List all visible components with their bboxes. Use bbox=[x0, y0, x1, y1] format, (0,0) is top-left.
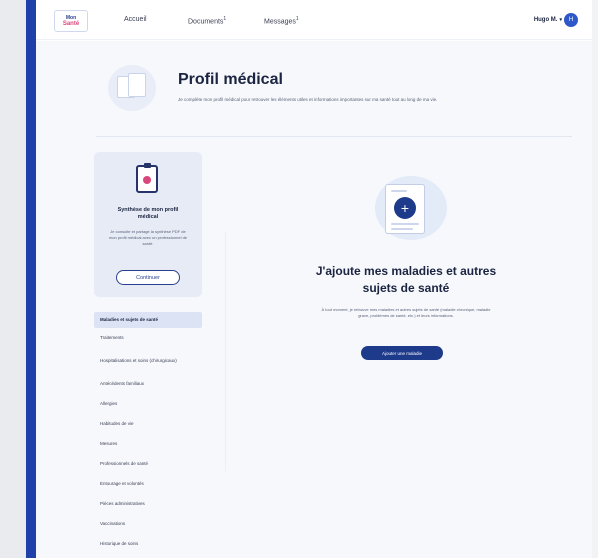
page-title: Profil médical bbox=[178, 71, 283, 88]
sidebar-item-antecedents[interactable]: Antécédents familiaux bbox=[94, 374, 202, 394]
window-left-edge bbox=[0, 0, 36, 558]
content-separator bbox=[225, 231, 226, 471]
continue-button[interactable]: Continuer bbox=[116, 270, 180, 285]
top-navigation-bar: Mon Santé Accueil Documents1 Messages1 H… bbox=[36, 0, 592, 40]
header-divider bbox=[96, 136, 572, 137]
nav-messages-label: Messages bbox=[264, 18, 296, 26]
avatar[interactable]: H bbox=[564, 13, 578, 27]
window-right-edge bbox=[592, 0, 598, 558]
page-description: Je complète mon profil médical pour retr… bbox=[178, 97, 438, 102]
synthesis-card-description: Je consulte et partage la synthèse PDF d… bbox=[108, 229, 188, 246]
nav-documents-label: Documents bbox=[188, 18, 224, 26]
sidebar-item-entourage[interactable]: Entourage et volontés bbox=[94, 474, 202, 494]
plus-icon: + bbox=[394, 197, 416, 219]
sidebar-item-habitudes[interactable]: Habitudes de vie bbox=[94, 414, 202, 434]
page-content: Profil médical Je complète mon profil mé… bbox=[36, 41, 592, 558]
medical-profile-illustration-icon bbox=[108, 65, 156, 111]
nav-messages[interactable]: Messages1 bbox=[264, 16, 299, 25]
sidebar-item-traitements[interactable]: Traitements bbox=[94, 328, 202, 348]
sidebar-item-historique[interactable]: Historique de soins bbox=[94, 534, 202, 554]
sidebar-item-allergies[interactable]: Allergies bbox=[94, 394, 202, 414]
chevron-down-icon: ▾ bbox=[559, 17, 562, 23]
sidebar-item-hospitalisations[interactable]: Hospitalisations et soins (chirurgicaux) bbox=[94, 348, 202, 374]
add-disease-button[interactable]: Ajouter une maladie bbox=[361, 346, 443, 360]
empty-state-description: À tout moment, je retrouve mes maladies … bbox=[321, 307, 491, 318]
profile-section-menu: Maladies et sujets de santé Traitements … bbox=[94, 312, 202, 554]
avatar-initial: H bbox=[568, 17, 574, 23]
synthesis-card: Synthèse de mon profil médical Je consul… bbox=[94, 152, 202, 297]
synthesis-card-title: Synthèse de mon profil médical bbox=[117, 207, 179, 220]
clipboard-icon bbox=[136, 163, 158, 193]
sidebar-item-professionnels[interactable]: Professionnels de santé bbox=[94, 454, 202, 474]
nav-messages-badge: 1 bbox=[295, 16, 299, 22]
sidebar-item-vaccinations[interactable]: Vaccinations bbox=[94, 514, 202, 534]
sidebar-item-mesures[interactable]: Mesures bbox=[94, 434, 202, 454]
sidebar-item-maladies[interactable]: Maladies et sujets de santé bbox=[94, 312, 202, 328]
nav-documents-badge: 1 bbox=[223, 16, 227, 22]
user-name: Hugo M. bbox=[533, 17, 558, 23]
app-logo[interactable]: Mon Santé bbox=[54, 10, 88, 32]
nav-accueil[interactable]: Accueil bbox=[124, 16, 147, 23]
user-menu[interactable]: Hugo M. ▾ bbox=[534, 17, 562, 23]
logo-line-2: Santé bbox=[62, 20, 80, 27]
nav-accueil-label: Accueil bbox=[124, 16, 147, 23]
empty-state-title: J'ajoute mes maladies et autres sujets d… bbox=[315, 264, 497, 295]
sidebar-item-pieces[interactable]: Pièces administratives bbox=[94, 494, 202, 514]
nav-documents[interactable]: Documents1 bbox=[188, 16, 226, 25]
